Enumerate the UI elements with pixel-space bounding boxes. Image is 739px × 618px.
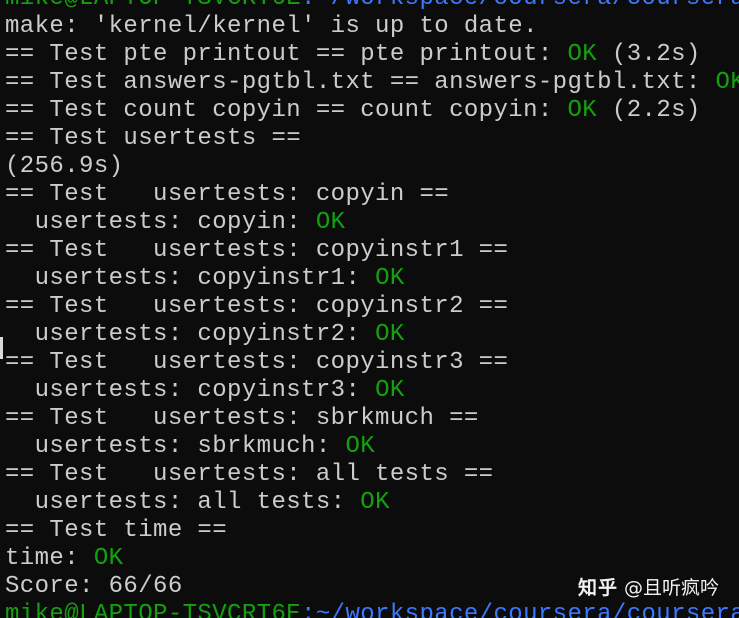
- line-suffix: (3.2s): [597, 41, 701, 68]
- line-text: == Test usertests ==: [5, 125, 302, 152]
- output-line: usertests: copyinstr1: OK: [5, 265, 739, 293]
- output-line: == Test usertests: copyin ==: [5, 181, 739, 209]
- terminal-window[interactable]: mike@LAPTOP-TSVCRT6E:~/workspace/courser…: [0, 0, 739, 618]
- line-text: usertests: copyinstr1:: [5, 265, 376, 292]
- ok-status: OK: [567, 97, 598, 124]
- output-line: == Test pte printout == pte printout: OK…: [5, 41, 739, 69]
- line-text: usertests: all tests:: [5, 489, 361, 516]
- output-line: usertests: copyinstr2: OK: [5, 321, 739, 349]
- prompt-path: :~/workspace/coursera/coursera/MI: [301, 0, 739, 12]
- line-text: Score: 66/66: [5, 573, 183, 600]
- ok-status: OK: [375, 265, 405, 292]
- line-text: make: 'kernel/kernel' is up to date.: [5, 13, 538, 40]
- line-text: (256.9s): [5, 153, 124, 180]
- line-text: == Test answers-pgtbl.txt == answers-pgt…: [5, 69, 716, 96]
- output-line: == Test count copyin == count copyin: OK…: [5, 97, 739, 125]
- line-text: == Test time ==: [5, 517, 228, 544]
- output-line: usertests: copyinstr3: OK: [5, 377, 739, 405]
- line-suffix: (2.2s): [597, 97, 701, 124]
- line-text: == Test usertests: copyinstr1 ==: [5, 237, 509, 264]
- output-line: == Test usertests: all tests ==: [5, 461, 739, 489]
- output-line: (256.9s): [5, 153, 739, 181]
- watermark: 知乎 @且听疯吟: [578, 573, 719, 600]
- terminal-output: mike@LAPTOP-TSVCRT6E:~/workspace/courser…: [5, 0, 739, 618]
- watermark-author: @且听疯吟: [623, 577, 719, 599]
- ok-status: OK: [360, 489, 390, 516]
- line-text: == Test usertests: copyinstr3 ==: [5, 349, 509, 376]
- line-text: == Test usertests: sbrkmuch ==: [5, 405, 479, 432]
- prompt-user-host: mike@LAPTOP-TSVCRT6E: [5, 0, 301, 12]
- line-text: == Test usertests: all tests ==: [5, 461, 494, 488]
- output-line: == Test usertests: copyinstr2 ==: [5, 293, 739, 321]
- output-line: == Test usertests: copyinstr1 ==: [5, 237, 739, 265]
- line-text: == Test usertests: copyin ==: [5, 181, 450, 208]
- output-line: == Test usertests ==: [5, 125, 739, 153]
- line-text: == Test pte printout == pte printout:: [5, 41, 568, 68]
- output-line: == Test usertests: copyinstr3 ==: [5, 349, 739, 377]
- line-text: usertests: copyinstr3:: [5, 377, 376, 404]
- prompt-user-host: mike@LAPTOP-TSVCRT6E: [5, 601, 302, 618]
- ok-status: OK: [715, 69, 739, 96]
- ok-status: OK: [345, 433, 376, 460]
- prompt-path: :~/workspace/coursera/coursera/MI: [301, 601, 739, 618]
- bottom-prompt-line: mike@LAPTOP-TSVCRT6E:~/workspace/courser…: [5, 601, 739, 618]
- ok-status: OK: [567, 41, 598, 68]
- line-text: == Test usertests: copyinstr2 ==: [5, 293, 509, 320]
- line-text: usertests: sbrkmuch:: [5, 433, 346, 460]
- output-line: usertests: sbrkmuch: OK: [5, 433, 739, 461]
- output-line: time: OK: [5, 545, 739, 573]
- ok-status: OK: [315, 209, 346, 236]
- ok-status: OK: [375, 321, 405, 348]
- line-text: == Test count copyin == count copyin:: [5, 97, 568, 124]
- zhihu-logo-text: 知乎: [577, 577, 618, 599]
- output-line: usertests: copyin: OK: [5, 209, 739, 237]
- top-prompt-line: mike@LAPTOP-TSVCRT6E:~/workspace/courser…: [5, 0, 739, 13]
- output-line: == Test usertests: sbrkmuch ==: [5, 405, 739, 433]
- output-line: usertests: all tests: OK: [5, 489, 739, 517]
- scroll-marker: [0, 337, 3, 359]
- line-text: time:: [5, 545, 94, 572]
- output-line: == Test answers-pgtbl.txt == answers-pgt…: [5, 69, 739, 97]
- line-text: usertests: copyin:: [5, 209, 316, 236]
- ok-status: OK: [93, 545, 124, 572]
- line-text: usertests: copyinstr2:: [5, 321, 376, 348]
- output-line: == Test time ==: [5, 517, 739, 545]
- output-line: make: 'kernel/kernel' is up to date.: [5, 13, 739, 41]
- ok-status: OK: [375, 377, 405, 404]
